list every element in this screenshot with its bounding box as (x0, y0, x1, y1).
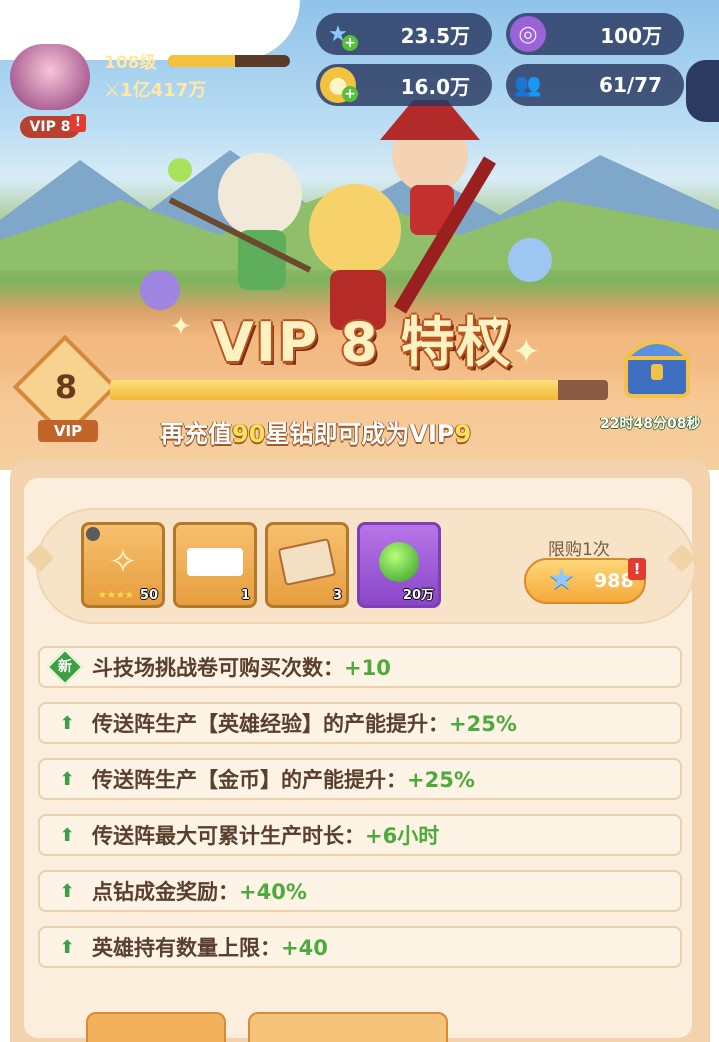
hint-mid: 星钻即可成为VIP (265, 420, 455, 448)
purchase-limit: 限购1次 (548, 540, 610, 560)
up-arrow-icon: ⬆ (59, 712, 75, 734)
reward-item[interactable]: ✧ ★★★★ 50 (81, 522, 165, 608)
power-value: 1亿417万 (120, 80, 207, 101)
sparkle-icon: ✦ (512, 332, 541, 372)
vip-upgrade-hint: 再充值90星钻即可成为VIP9 (160, 414, 471, 449)
info-icon (86, 527, 100, 541)
reward-count: 1 (240, 588, 250, 603)
perk-value: +25% (407, 768, 475, 792)
hint-amount: 90 (232, 420, 266, 448)
vip-progress-fill (110, 380, 559, 400)
perk-row: ⬆ 传送阵生产【英雄经验】的产能提升：+25% (38, 702, 682, 744)
player-power: ⚔1亿417万 (104, 76, 206, 102)
perk-value: +10 (344, 656, 391, 680)
reward-count: 50 (139, 588, 158, 603)
perk-row: ⬆ 点钻成金奖励：+40% (38, 870, 682, 912)
star-diamond-counter[interactable]: ★ + 23.5万 (316, 13, 492, 55)
gold-value: 16.0万 (400, 74, 470, 99)
perk-value: +40 (281, 936, 328, 960)
side-menu-button[interactable] (686, 60, 719, 122)
bottom-tab-right[interactable] (248, 1012, 448, 1042)
vip-title: VIP 8 特权 (212, 311, 513, 374)
ticket-icon (276, 533, 338, 591)
reward-item[interactable]: 3 (265, 522, 349, 608)
vip-privilege-screen: 108级 ⚔1亿417万 VIP 8 ! ★ + 23.5万 ◎ 100万 ● … (0, 0, 719, 1042)
perk-value: +40% (239, 880, 307, 904)
treasure-chest-icon[interactable] (618, 326, 696, 404)
friends-counter[interactable]: 👥 61/77 (506, 64, 684, 106)
perk-row: 新 斗技场挑战卷可购买次数：+10 (38, 646, 682, 688)
chest-timer: 22时48分08秒 (600, 416, 701, 432)
reward-count: 3 (332, 588, 342, 603)
sparkle-icon: ✦ (170, 312, 192, 342)
reward-count: 20万 (402, 588, 434, 603)
buy-alert-badge: ! (628, 558, 646, 580)
up-arrow-icon: ⬆ (59, 936, 75, 958)
purple-gem-icon: ◎ (510, 16, 546, 52)
up-arrow-icon: ⬆ (59, 768, 75, 790)
perk-label: 斗技场挑战卷可购买次数： (92, 656, 344, 680)
gold-coins-icon (184, 533, 246, 591)
purple-gem-counter[interactable]: ◎ 100万 (506, 13, 684, 55)
purple-gem-value: 100万 (600, 23, 662, 48)
friends-value: 61/77 (599, 73, 662, 97)
hero-shard-icon: ✧ (108, 542, 138, 582)
reward-item[interactable]: 20万 (357, 522, 441, 608)
perk-label: 点钻成金奖励： (92, 880, 239, 904)
vip-progress-bar (110, 380, 608, 400)
new-badge: 新 (46, 648, 84, 686)
swords-icon: ⚔ (104, 80, 121, 101)
reward-item[interactable]: 1 (173, 522, 257, 608)
up-arrow-icon: ⬆ (59, 880, 75, 902)
perk-label: 传送阵最大可累计生产时长： (92, 824, 365, 848)
gold-counter[interactable]: ● + 16.0万 (316, 64, 492, 106)
hint-next-level: 9 (454, 420, 472, 448)
rarity-stars-icon: ★★★★ (98, 590, 134, 601)
hint-prefix: 再充值 (160, 420, 232, 448)
player-avatar[interactable] (10, 44, 90, 110)
perk-value: +25% (449, 712, 517, 736)
perk-label: 传送阵生产【金币】的产能提升： (92, 768, 407, 792)
perk-label: 传送阵生产【英雄经验】的产能提升： (92, 712, 449, 736)
friends-icon: 👥 (514, 72, 542, 98)
vip-level-number: 8 (54, 368, 78, 406)
bottom-tab-left[interactable] (86, 1012, 226, 1042)
player-level: 108级 (104, 53, 157, 73)
vip-level-tag: VIP (38, 420, 98, 442)
sparkle-icon: ✦ (484, 310, 506, 340)
up-arrow-icon: ⬆ (59, 824, 75, 846)
star-diamond-value: 23.5万 (400, 23, 470, 48)
perk-label: 英雄持有数量上限： (92, 936, 281, 960)
perk-row: ⬆ 传送阵最大可累计生产时长：+6小时 (38, 814, 682, 856)
vip-alert-badge: ! (70, 114, 86, 132)
perk-value: +6小时 (365, 824, 440, 848)
add-star-diamond-button[interactable]: + (342, 35, 358, 51)
add-gold-button[interactable]: + (342, 86, 358, 102)
perk-row: ⬆ 英雄持有数量上限：+40 (38, 926, 682, 968)
level-progress-fill (168, 55, 236, 67)
green-potion-icon (368, 533, 430, 591)
perk-row: ⬆ 传送阵生产【金币】的产能提升：+25% (38, 758, 682, 800)
star-diamond-icon: ★ (548, 562, 575, 597)
level-progress-bar (168, 55, 290, 67)
